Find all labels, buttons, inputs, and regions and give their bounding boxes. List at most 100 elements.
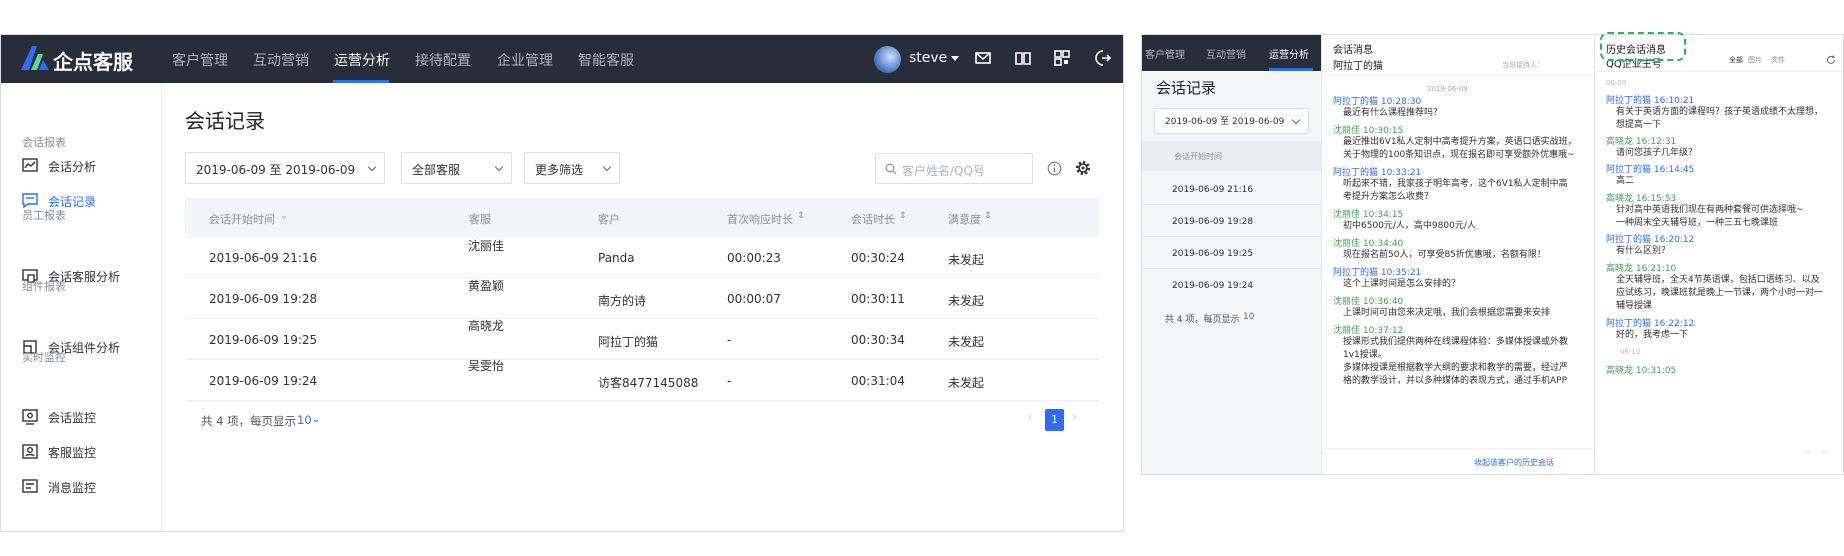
chevron-down-icon[interactable]	[951, 56, 959, 62]
nav-operations-analysis[interactable]: 运营分析	[1269, 46, 1309, 61]
sidebar-group-title: 组件报表	[22, 280, 66, 293]
search-placeholder: 客户姓名/QQ号	[902, 164, 985, 178]
page-button-current[interactable]: 1	[1045, 409, 1064, 431]
nav-enterprise-mgmt[interactable]: 企业管理	[497, 50, 553, 70]
chevron-down-icon	[494, 162, 504, 172]
cell-duration: 00:30:24	[851, 251, 905, 265]
agent-select-value: 全部客服	[412, 163, 461, 177]
chevron-down-icon	[367, 162, 377, 172]
prev-page-icon[interactable]: ‹	[1027, 410, 1032, 425]
info-icon[interactable]	[1047, 161, 1062, 176]
message-text: 请问您孩子几年级？	[1616, 148, 1698, 158]
chat-detail-window: 客户管理 互动营销 运营分析 会话记录 2019-06-09 至 2019-06…	[1141, 34, 1844, 475]
message-text: 有什么区别？	[1616, 246, 1671, 256]
page-size-select[interactable]: 10	[1243, 312, 1254, 322]
cell-start-time[interactable]: 2019-06-09 21:16	[1172, 185, 1253, 195]
cell-start-time: 2019-06-09 19:28	[209, 292, 318, 306]
nav-marketing[interactable]: 互动营销	[253, 50, 309, 70]
message-text: 一种周末全天辅导班，一种三五七晚课班	[1616, 218, 1779, 228]
nav-smart-service[interactable]: 智能客服	[578, 50, 634, 70]
chevron-down-icon[interactable]: ⌄	[312, 414, 320, 425]
book-icon[interactable]	[1014, 49, 1032, 67]
cell-agent: 吴雯怡	[468, 359, 505, 373]
sort-icon[interactable]: ⇕	[984, 211, 992, 221]
refresh-icon[interactable]	[1826, 55, 1836, 65]
filter-images[interactable]: 图片	[1748, 55, 1762, 65]
date-range-value: 2019-06-09 至 2019-06-09	[1165, 117, 1285, 127]
date-range-picker[interactable]: 2019-06-09 至 2019-06-09	[185, 152, 385, 184]
message-monitor-icon	[22, 479, 38, 493]
logo-icon	[21, 46, 49, 70]
next-page-icon[interactable]: ›	[1822, 447, 1826, 458]
col-first-response[interactable]: 首次响应时长	[727, 211, 793, 227]
cell-satisfaction: 未发起	[948, 376, 985, 390]
cell-start-time[interactable]: 2019-06-09 19:24	[1172, 281, 1253, 291]
col-start-time[interactable]: 会话开始时间	[209, 211, 275, 227]
search-icon	[885, 163, 897, 175]
collapse-history-link[interactable]: 收起该客户的历史会话	[1474, 457, 1554, 468]
message-text: 辅导授课	[1616, 301, 1653, 311]
chevron-down-icon	[1291, 115, 1301, 125]
qrcode-icon[interactable]	[1053, 49, 1071, 67]
message-text: 考提升方案怎么收费？	[1343, 192, 1434, 202]
col-satisfaction[interactable]: 满意度	[948, 211, 981, 227]
more-filters-select[interactable]: 更多筛选	[524, 152, 620, 184]
gear-icon[interactable]	[1074, 159, 1092, 177]
brand-name: 企点客服	[53, 50, 133, 74]
cell-agent: 沈丽佳	[468, 239, 505, 253]
sidebar-group-title: 员工报表	[22, 209, 66, 222]
prev-page-icon[interactable]: ‹	[1806, 447, 1810, 458]
date-range-picker[interactable]: 2019-06-09 至 2019-06-09	[1154, 108, 1309, 134]
message-text: 想提高一下	[1616, 120, 1662, 130]
chat-panel: 会话消息 阿拉丁的猫 当前接待人： 2019-06-09 阿拉丁的猫 10:28…	[1321, 35, 1596, 474]
top-navbar: 客户管理 互动营销 运营分析	[1142, 35, 1321, 71]
sort-icon[interactable]: ⇕	[797, 211, 805, 221]
sort-icon[interactable]: ⇕	[899, 211, 907, 221]
message-text: 格的教学设计，并以多种媒体的表现方式，通过手机APP	[1343, 376, 1568, 386]
message-text: 高二	[1616, 176, 1635, 186]
divider	[1322, 448, 1596, 449]
logout-icon[interactable]	[1094, 49, 1112, 67]
sidebar: 会话报表 会话分析 会话记录 员工报表 会话客服分析 组件报表 会话组件分析 实…	[1, 83, 162, 531]
col-start-time[interactable]: 会话开始时间	[1174, 151, 1222, 162]
divider	[1322, 75, 1596, 76]
page-size-select[interactable]: 10	[297, 413, 312, 427]
message-text: 多媒体授课是根据教学大纲的要求和教学的需要，经过严	[1343, 363, 1569, 373]
filter-files[interactable]: 文件	[1771, 55, 1785, 65]
next-page-icon[interactable]: ›	[1072, 410, 1077, 425]
cell-customer: Panda	[598, 251, 635, 265]
cell-start-time: 2019-06-09 19:25	[209, 333, 318, 347]
nav-marketing[interactable]: 互动营销	[1206, 46, 1246, 61]
message-text: 初中6500元/人，高中9800元/人	[1343, 221, 1476, 231]
nav-customer-mgmt[interactable]: 客户管理	[1145, 46, 1185, 61]
chat-panel-title: 会话消息	[1333, 45, 1373, 56]
agent-select[interactable]: 全部客服	[401, 152, 512, 184]
cell-first-response: -	[727, 333, 732, 347]
pagination-total: 共 4 项，每页显示	[201, 414, 297, 428]
cell-customer: 南方的诗	[598, 294, 647, 308]
message-text: 听起来不错，我家孩子明年高考，这个6V1私人定制中高	[1343, 179, 1568, 189]
more-filters-label: 更多筛选	[535, 163, 584, 177]
avatar[interactable]	[874, 46, 901, 73]
history-panel: 历史会话消息 QQ企业主号 全部 图片 文件 06-09 阿拉丁的猫 16:10…	[1596, 35, 1843, 474]
cell-customer: 阿拉丁的猫	[598, 335, 659, 349]
user-name[interactable]: steve	[909, 50, 947, 66]
top-navbar: 企点客服 客户管理 互动营销 运营分析 接待配置 企业管理 智能客服 steve	[1, 35, 1123, 83]
col-duration[interactable]: 会话时长	[851, 211, 895, 227]
sort-icon[interactable]: ⌄	[280, 211, 288, 221]
page-title: 会话记录	[1156, 79, 1217, 97]
cell-satisfaction: 未发起	[948, 253, 985, 267]
mail-icon[interactable]	[974, 49, 992, 67]
nav-operations-analysis[interactable]: 运营分析	[334, 50, 390, 70]
message-text: 有关于英语方面的课程吗？孩子英语成绩不太理想，	[1616, 107, 1824, 117]
nav-customer-mgmt[interactable]: 客户管理	[172, 50, 228, 70]
col-customer: 客户	[598, 213, 620, 226]
sidebar-item-label: 消息监控	[48, 481, 97, 495]
nav-reception-config[interactable]: 接待配置	[415, 50, 471, 70]
cell-start-time[interactable]: 2019-06-09 19:25	[1172, 249, 1253, 259]
message-text: 关于物理的100条知识点，现在报名即可享受额外优惠哦~	[1343, 150, 1575, 160]
cell-duration: 00:30:34	[851, 333, 905, 347]
cell-start-time[interactable]: 2019-06-09 19:28	[1172, 217, 1253, 227]
search-input[interactable]: 客户姓名/QQ号	[875, 153, 1033, 184]
filter-all[interactable]: 全部	[1729, 55, 1743, 65]
